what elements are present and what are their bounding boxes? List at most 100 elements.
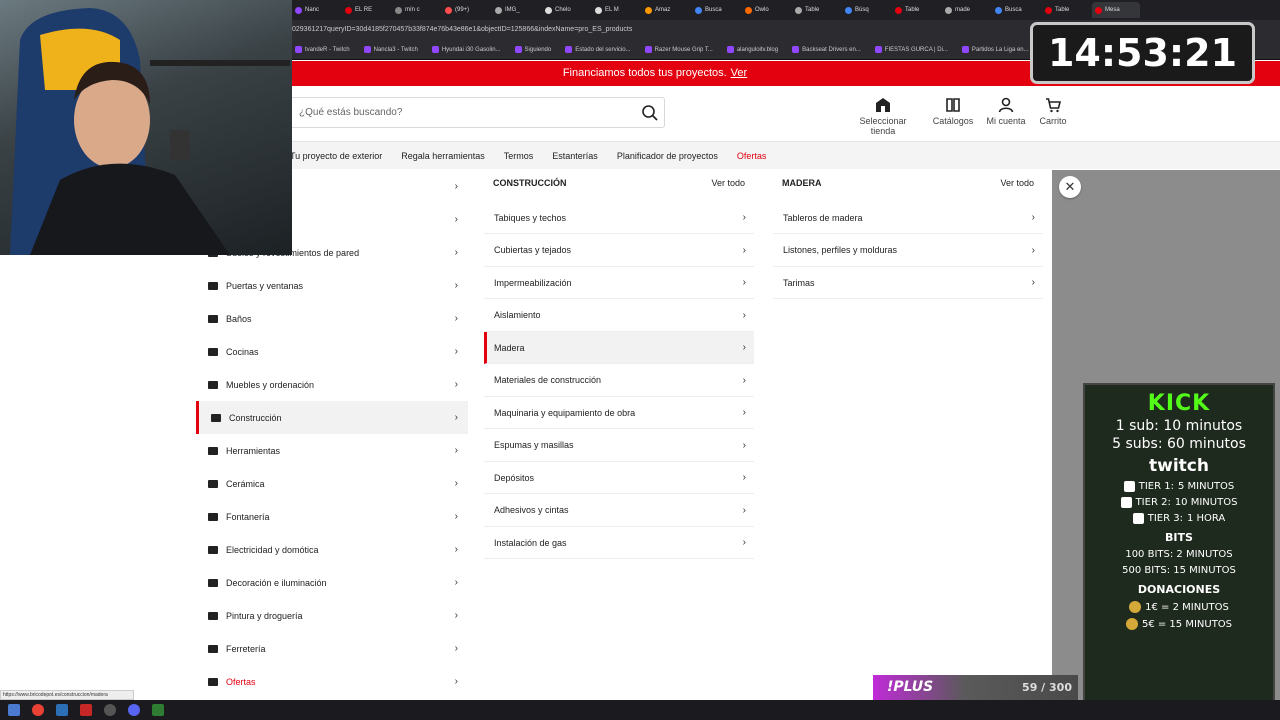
browser-tab[interactable]: mín c xyxy=(392,2,440,18)
menu-category-item[interactable]: Ofertas › xyxy=(196,665,468,698)
chevron-right-icon: › xyxy=(1031,212,1035,223)
promo-link[interactable]: Ver xyxy=(731,67,748,79)
menu-category-item[interactable]: Fontanería › xyxy=(196,500,468,533)
nav-item[interactable]: Estanterías xyxy=(552,151,598,161)
paint-icon xyxy=(206,609,220,623)
menu-category-item[interactable]: Herramientas › xyxy=(196,434,468,467)
browser-tab[interactable]: Table xyxy=(1042,2,1090,18)
bookmark-item[interactable]: Hyundai i30 Gasolin... xyxy=(431,46,501,53)
taskbar xyxy=(0,700,1280,720)
bookmark-item[interactable]: Nancla3 - Twitch xyxy=(363,46,418,53)
bookmark-icon xyxy=(363,46,371,53)
tab-favicon-icon xyxy=(995,6,1002,14)
bookmark-label: Partidos La Liga en... xyxy=(971,46,1029,53)
menu-subcategory-item[interactable]: Cubiertas y tejados › xyxy=(484,235,754,267)
search-icon[interactable] xyxy=(641,104,659,122)
browser-tab[interactable]: Table xyxy=(792,2,840,18)
wood-view-all-link[interactable]: Ver todo xyxy=(1000,178,1034,188)
menu-subcategory-item[interactable]: Maquinaria y equipamiento de obra › xyxy=(484,397,754,429)
browser-tab[interactable]: EL M xyxy=(592,2,640,18)
close-menu-button[interactable]: ✕ xyxy=(1059,176,1081,198)
nav-item[interactable]: Ofertas xyxy=(737,151,767,161)
menu-subcategory-item[interactable]: Instalación de gas › xyxy=(484,527,754,559)
menu-subcategory-item[interactable]: Madera › xyxy=(484,332,754,364)
browser-tab[interactable]: Chelo xyxy=(542,2,590,18)
nav-item[interactable]: Tu proyecto de exterior xyxy=(290,151,382,161)
bath-icon xyxy=(206,312,220,326)
browser-tab[interactable]: Busca xyxy=(992,2,1040,18)
nav-item[interactable]: Termos xyxy=(504,151,534,161)
bookmark-item[interactable]: Partidos La Liga en... xyxy=(961,46,1029,53)
browser-tab[interactable]: made xyxy=(942,2,990,18)
menu-category-item[interactable]: Construcción › xyxy=(196,401,468,434)
menu-subcategory-item[interactable]: Materiales de construcción › xyxy=(484,365,754,397)
menu-category-item[interactable]: Cerámica › xyxy=(196,467,468,500)
construction-view-all-link[interactable]: Ver todo xyxy=(711,178,745,188)
browser-tab[interactable]: Table xyxy=(892,2,940,18)
menu-category-label: Decoración e iluminación xyxy=(226,577,327,588)
browser-tab[interactable]: Busca xyxy=(692,2,740,18)
chevron-right-icon: › xyxy=(454,280,458,291)
search-input[interactable]: ¿Qué estás buscando? xyxy=(290,97,665,128)
bits-line-1: 100 BITS: 2 MINUTOS xyxy=(1125,549,1233,560)
windows-start-icon[interactable] xyxy=(8,704,20,716)
nav-item[interactable]: Planificador de proyectos xyxy=(617,151,718,161)
menu-subcategory-item[interactable]: Tabiques y techos › xyxy=(484,202,754,234)
tab-label: Amaz xyxy=(655,7,671,13)
browser-tab[interactable]: IMG_ xyxy=(492,2,540,18)
chrome-icon[interactable] xyxy=(32,704,44,716)
tab-favicon-icon xyxy=(545,6,552,14)
menu-category-item[interactable]: Puertas y ventanas › xyxy=(196,269,468,302)
menu-category-item[interactable]: Electricidad y domótica › xyxy=(196,533,468,566)
bookmark-item[interactable]: Backseat Drivers en... xyxy=(792,46,861,53)
browser-tab[interactable]: (99+) xyxy=(442,2,490,18)
browser-tab[interactable]: Búsq xyxy=(842,2,890,18)
discord-icon[interactable] xyxy=(128,704,140,716)
bookmark-item[interactable]: alanguloitv.blog xyxy=(726,46,779,53)
electric-icon xyxy=(206,543,220,557)
bookmark-item[interactable]: tvandeR - Twitch xyxy=(295,46,350,53)
menu-category-item[interactable]: Baños › xyxy=(196,302,468,335)
tab-label: Mesa xyxy=(1105,7,1120,13)
bookmark-item[interactable]: Siguiendo xyxy=(514,46,551,53)
browser-tab[interactable]: Amaz xyxy=(642,2,690,18)
app-icon[interactable] xyxy=(56,704,68,716)
menu-subcategory-item[interactable]: Impermeabilización › xyxy=(484,267,754,299)
browser-tab[interactable]: Nanc xyxy=(292,2,340,18)
browser-tab[interactable]: EL RE xyxy=(342,2,390,18)
bookmark-item[interactable]: Razer Mouse Grip T... xyxy=(644,46,713,53)
bookmark-icon xyxy=(792,46,800,53)
bookmark-item[interactable]: FIESTAS GURCA | Di... xyxy=(874,46,948,53)
menu-subsubcategory-item[interactable]: Tableros de madera › xyxy=(773,202,1043,234)
menu-subcategory-item[interactable]: Adhesivos y cintas › xyxy=(484,495,754,527)
bookmark-icon xyxy=(644,46,652,53)
menu-subcategory-item[interactable]: Espumas y masillas › xyxy=(484,430,754,462)
menu-category-item[interactable]: Muebles y ordenación › xyxy=(196,368,468,401)
app-icon[interactable] xyxy=(104,704,116,716)
menu-subsubcategory-item[interactable]: Tarimas › xyxy=(773,267,1043,299)
app-icon[interactable] xyxy=(152,704,164,716)
nav-item[interactable]: Regala herramientas xyxy=(401,151,485,161)
menu-category-label: Ofertas xyxy=(226,676,256,687)
bookmark-label: alanguloitv.blog xyxy=(736,46,779,53)
tools-icon xyxy=(206,444,220,458)
chevron-right-icon: › xyxy=(454,643,458,654)
app-icon[interactable] xyxy=(80,704,92,716)
bookmark-item[interactable]: Estado del servicio... xyxy=(565,46,631,53)
browser-tab[interactable]: Owlo xyxy=(742,2,790,18)
menu-subsubcategory-item[interactable]: Listones, perfiles y molduras › xyxy=(773,235,1043,267)
cart-button[interactable]: Carrito xyxy=(1018,97,1088,126)
menu-subcategory-item[interactable]: Depósitos › xyxy=(484,462,754,494)
browser-tab[interactable]: Mesa xyxy=(1092,2,1140,18)
tab-favicon-icon xyxy=(895,6,902,14)
menu-category-item[interactable]: Ferretería › xyxy=(196,632,468,665)
menu-category-item[interactable]: Cocinas › xyxy=(196,335,468,368)
donation-1-text: 1€ = 2 MINUTOS xyxy=(1145,602,1229,613)
select-store-button[interactable]: Seleccionar tienda xyxy=(848,97,918,136)
chevron-right-icon: › xyxy=(454,511,458,522)
chevron-right-icon: › xyxy=(742,374,746,386)
menu-category-item[interactable]: Pintura y droguería › xyxy=(196,599,468,632)
menu-subcategory-item[interactable]: Aislamiento › xyxy=(484,300,754,332)
menu-category-item[interactable]: Decoración e iluminación › xyxy=(196,566,468,599)
tier-3-label: TIER 3: xyxy=(1147,513,1183,524)
